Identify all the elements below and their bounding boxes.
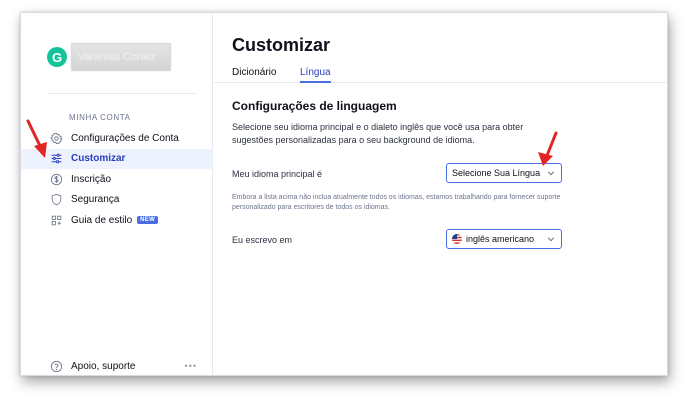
- style-guide-icon: [47, 214, 65, 227]
- sidebar-item-label: Configurações de Conta: [71, 132, 179, 144]
- help-support-link[interactable]: Apoio, suporte •••: [47, 359, 197, 373]
- sidebar-divider: [47, 93, 197, 94]
- dialect-value: inglês americano: [466, 234, 535, 244]
- help-icon: [47, 360, 65, 373]
- sidebar-item-security[interactable]: Segurança: [21, 190, 213, 210]
- help-label: Apoio, suporte: [71, 360, 136, 372]
- page-title: Customizar: [232, 35, 331, 55]
- main-panel: Customizar Dicionário Língua Configuraçõ…: [214, 13, 667, 375]
- new-badge: NEW: [137, 216, 159, 224]
- settings-window: G Vanessa Cortez MINHA CONTA Configuraçõ…: [20, 12, 668, 376]
- dialect-select[interactable]: inglês americano: [446, 229, 562, 249]
- primary-language-label: Meu idioma principal é: [232, 169, 323, 179]
- annotation-arrow-select: [538, 131, 558, 166]
- tab-bar: Dicionário Língua: [214, 63, 667, 83]
- sidebar-item-label: Guia de estilo: [71, 214, 133, 226]
- annotation-arrow-sidebar: [26, 119, 47, 158]
- sidebar-item-style-guide[interactable]: Guia de estilo NEW: [21, 210, 213, 230]
- grammarly-logo: G: [47, 47, 67, 67]
- chevron-down-icon: [547, 169, 555, 177]
- more-options-button[interactable]: •••: [185, 361, 197, 371]
- profile-name: Vanessa Cortez: [71, 43, 171, 71]
- section-heading: MINHA CONTA: [69, 113, 131, 122]
- section-title: Configurações de linguagem: [232, 99, 397, 113]
- sidebar-item-label: Customizar: [71, 153, 126, 164]
- tab-dictionary[interactable]: Dicionário: [232, 67, 276, 78]
- chevron-down-icon: [547, 235, 555, 243]
- primary-language-value: Selecione Sua Língua: [452, 168, 541, 178]
- dialect-label: Eu escrevo em: [232, 235, 293, 245]
- shield-icon: [47, 193, 65, 206]
- sidebar: G Vanessa Cortez MINHA CONTA Configuraçõ…: [21, 13, 213, 375]
- section-description: Selecione seu idioma principal e o diale…: [232, 122, 524, 145]
- sidebar-item-label: Segurança: [71, 194, 120, 205]
- us-flag-icon: [452, 234, 462, 244]
- sidebar-item-label: Inscrição: [71, 173, 112, 185]
- profile[interactable]: G Vanessa Cortez: [47, 43, 171, 71]
- language-support-note: Embora a lista acima não inclua atualmen…: [232, 194, 561, 211]
- sidebar-item-subscription[interactable]: Inscrição: [21, 169, 213, 189]
- dollar-icon: [47, 173, 65, 186]
- tab-language[interactable]: Língua: [300, 67, 331, 83]
